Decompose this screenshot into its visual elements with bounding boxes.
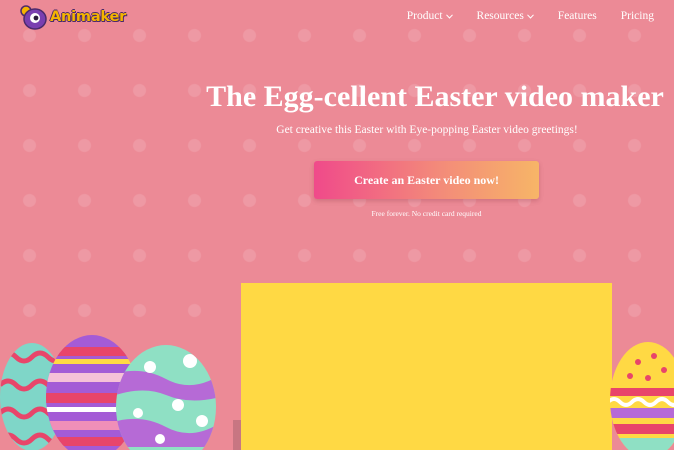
animaker-logo-icon [20, 5, 47, 30]
brand-logo[interactable]: Animaker [18, 4, 126, 30]
easter-eggs-illustration [0, 335, 216, 450]
chevron-down-icon [526, 13, 534, 19]
nav-features-label: Features [557, 10, 597, 22]
video-panel[interactable] [241, 283, 612, 450]
nav-pricing[interactable]: Pricing [621, 10, 654, 22]
brand-name: Animaker [50, 9, 127, 25]
main-nav: Product Resources Features Pricing [407, 10, 654, 22]
hero-subtitle: Get creative this Easter with Eye-poppin… [276, 124, 578, 136]
nav-resources-label: Resources [476, 10, 524, 22]
nav-features[interactable]: Features [558, 10, 597, 22]
nav-pricing-label: Pricing [620, 10, 654, 22]
easter-egg-right-illustration [610, 342, 674, 450]
nav-product-label: Product [406, 10, 443, 22]
create-easter-video-button[interactable]: Create an Easter video now! [314, 161, 539, 199]
egg-mint-dotted [116, 345, 216, 450]
chevron-down-icon [445, 13, 453, 19]
nav-product[interactable]: Product [407, 10, 453, 22]
video-panel-shadow [233, 420, 241, 450]
hero-title: The Egg-cellent Easter video maker [206, 80, 664, 113]
nav-resources[interactable]: Resources [477, 10, 534, 22]
free-forever-note: Free forever. No credit card required [371, 209, 482, 218]
